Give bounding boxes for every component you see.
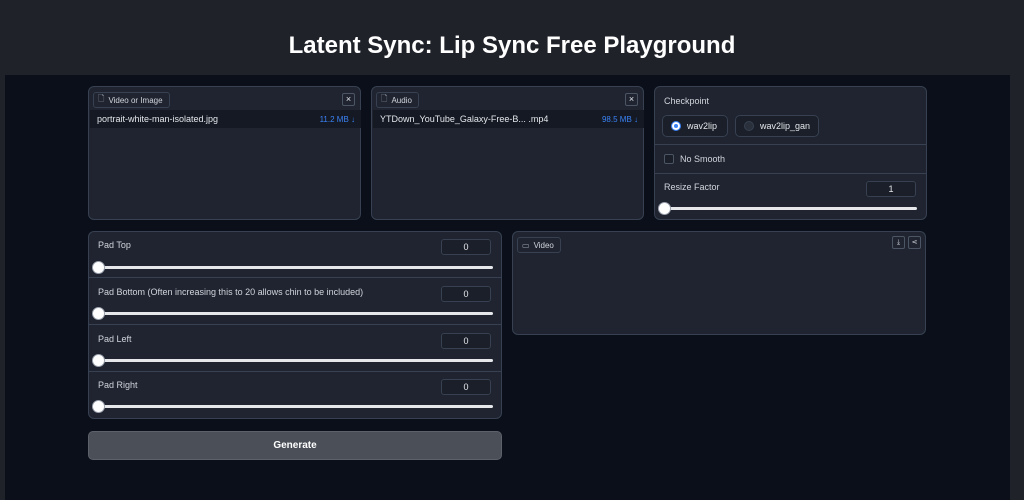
clear-video-button[interactable]: ×	[342, 93, 355, 106]
pad-top-thumb[interactable]	[92, 261, 105, 274]
resize-factor-thumb[interactable]	[658, 202, 671, 215]
video-image-tag: 🗋 Video or Image	[93, 92, 170, 108]
radio-wav2lip[interactable]: wav2lip	[662, 115, 728, 137]
divider	[655, 173, 926, 174]
no-smooth-label: No Smooth	[680, 154, 726, 164]
pad-right-input[interactable]: 0	[441, 379, 491, 395]
file-icon: 🗋	[98, 94, 105, 103]
pad-top-track[interactable]	[98, 266, 493, 269]
video-camera-icon: ▭	[522, 240, 530, 250]
audio-label: Audio	[391, 95, 412, 105]
pad-bottom-thumb[interactable]	[92, 307, 105, 320]
video-output-label: Video	[533, 240, 554, 250]
page-title: Latent Sync: Lip Sync Free Playground	[288, 32, 736, 59]
audio-file-row[interactable]: YTDown_YouTube_Galaxy-Free-B... .mp4 98.…	[373, 110, 644, 128]
radio-dot	[744, 121, 754, 131]
audio-file-name: YTDown_YouTube_Galaxy-Free-B... .mp4	[380, 114, 549, 124]
file-icon: 🗋	[381, 94, 388, 103]
radio-dot-selected	[671, 121, 681, 131]
audio-tag: 🗋 Audio	[376, 92, 419, 108]
share-icon[interactable]: ⋖	[908, 236, 921, 249]
pad-bottom-label: Pad Bottom (Often increasing this to 20 …	[98, 287, 364, 297]
pad-right-track[interactable]	[98, 405, 493, 408]
audio-upload[interactable]: 🗋 Audio × YTDown_YouTube_Galaxy-Free-B..…	[371, 86, 644, 220]
download-icon[interactable]: ⤓	[892, 236, 905, 249]
pad-left-input[interactable]: 0	[441, 333, 491, 349]
radio-wav2lip-label: wav2lip	[687, 121, 718, 131]
pad-right-label: Pad Right	[98, 380, 138, 390]
resize-factor-label: Resize Factor	[664, 182, 720, 192]
video-output-tag: ▭ Video	[517, 237, 561, 253]
pad-left-label: Pad Left	[98, 334, 132, 344]
divider	[89, 371, 501, 372]
pad-bottom-input[interactable]: 0	[441, 286, 491, 302]
divider	[89, 277, 501, 278]
radio-wav2lip-gan[interactable]: wav2lip_gan	[735, 115, 819, 137]
app-container: 🗋 Video or Image × portrait-white-man-is…	[5, 75, 1010, 500]
radio-wav2lip-gan-label: wav2lip_gan	[759, 121, 810, 131]
audio-file-size[interactable]: 98.5 MB ↓	[602, 115, 638, 124]
pad-top-input[interactable]: 0	[441, 239, 491, 255]
video-image-label: Video or Image	[108, 95, 163, 105]
divider	[89, 324, 501, 325]
divider	[655, 144, 926, 145]
no-smooth-checkbox[interactable]	[664, 154, 674, 164]
video-file-size[interactable]: 11.2 MB ↓	[320, 115, 355, 124]
resize-factor-track[interactable]	[664, 207, 917, 210]
video-file-row[interactable]: portrait-white-man-isolated.jpg 11.2 MB …	[90, 110, 361, 128]
pad-top-label: Pad Top	[98, 240, 131, 250]
generate-button[interactable]: Generate	[88, 431, 502, 460]
pad-left-thumb[interactable]	[92, 354, 105, 367]
settings-panel: Checkpoint wav2lip wav2lip_gan No Smooth…	[654, 86, 927, 220]
pad-bottom-track[interactable]	[98, 312, 493, 315]
pad-left-track[interactable]	[98, 359, 493, 362]
clear-audio-button[interactable]: ×	[625, 93, 638, 106]
video-file-name: portrait-white-man-isolated.jpg	[97, 114, 219, 124]
padding-panel: Pad Top 0 Pad Bottom (Often increasing t…	[88, 231, 502, 419]
video-image-upload[interactable]: 🗋 Video or Image × portrait-white-man-is…	[88, 86, 361, 220]
pad-right-thumb[interactable]	[92, 400, 105, 413]
resize-factor-input[interactable]: 1	[866, 181, 916, 197]
checkpoint-label: Checkpoint	[664, 96, 710, 106]
output-video-panel: ▭ Video ⤓ ⋖	[512, 231, 926, 335]
